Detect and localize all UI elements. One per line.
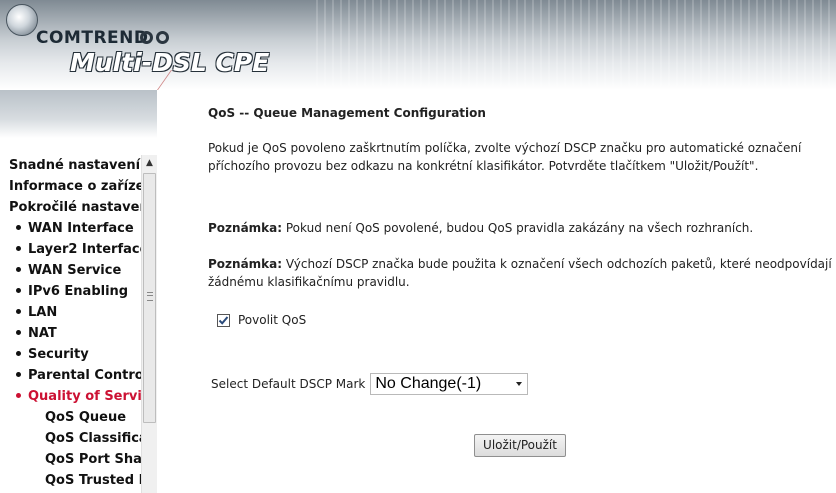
dscp-mark-select[interactable]: No Change(-1): [370, 373, 529, 395]
dscp-row: Select Default DSCP Mark No Change(-1): [211, 373, 529, 395]
sidebar-item-label: WAN Service: [28, 263, 122, 278]
save-apply-button[interactable]: Uložit/Použít: [474, 434, 566, 457]
note-text: Pokud není QoS povolené, budou QoS pravi…: [282, 221, 754, 235]
enable-qos-row: Povolit QoS: [217, 313, 306, 327]
scrollbar-thumb[interactable]: [143, 173, 156, 423]
bullet-icon: [16, 288, 21, 293]
enable-qos-label: Povolit QoS: [238, 313, 307, 327]
sidebar-item-wan-service[interactable]: WAN Service: [16, 263, 121, 278]
bullet-icon: [16, 309, 21, 314]
sidebar-item-label: Security: [28, 347, 89, 362]
sidebar-item-label: Layer2 Interface: [28, 242, 141, 257]
sidebar-item-qos-classification[interactable]: QoS Classification: [45, 431, 141, 446]
bullet-icon: [16, 330, 21, 335]
sidebar-item-wan-interface[interactable]: WAN Interface: [16, 221, 134, 236]
sidebar-item-advanced-setup[interactable]: Pokročilé nastavení: [9, 200, 141, 215]
sidebar-header-fade: [0, 90, 157, 138]
sidebar-item-layer2-interface[interactable]: Layer2 Interface: [16, 242, 141, 257]
grip-icon: [147, 292, 153, 301]
page-title: QoS -- Queue Management Configuration: [208, 106, 486, 120]
dscp-mark-label: Select Default DSCP Mark: [211, 377, 366, 391]
note-label: Poznámka:: [208, 221, 283, 235]
bullet-icon: [16, 225, 21, 230]
sidebar-item-ipv6-enabling[interactable]: IPv6 Enabling: [16, 284, 128, 299]
sidebar-scrollbar[interactable]: ▲: [141, 155, 157, 493]
sidebar-item-label: WAN Interface: [28, 221, 134, 236]
brand-logo: COMTREND: [36, 28, 149, 48]
sidebar-item-label: Parental Control: [28, 368, 141, 383]
sidebar-item-security[interactable]: Security: [16, 347, 89, 362]
note-text: Výchozí DSCP značka bude použita k označ…: [208, 257, 832, 289]
sidebar-item-label: LAN: [28, 305, 58, 320]
note-default-dscp: Poznámka: Výchozí DSCP značka bude použi…: [208, 255, 834, 291]
sidebar-item-label: NAT: [28, 326, 57, 341]
note-qos-disabled: Poznámka: Pokud není QoS povolené, budou…: [208, 221, 834, 235]
sidebar-item-nat[interactable]: NAT: [16, 326, 57, 341]
dropdown-arrow-icon: [516, 382, 523, 386]
sidebar-item-easy-setup[interactable]: Snadné nastavení: [9, 158, 140, 173]
sidebar: Snadné nastavení Informace o zařízení Po…: [0, 155, 157, 493]
globe-logo-icon: [6, 4, 38, 36]
dscp-mark-value: No Change(-1): [375, 375, 482, 392]
brand-rings-icon: [140, 29, 172, 48]
sidebar-item-label: Quality of Service: [28, 389, 141, 404]
sidebar-nav: Snadné nastavení Informace o zařízení Po…: [0, 155, 141, 493]
scroll-up-arrow-icon[interactable]: ▲: [142, 155, 157, 172]
sidebar-item-parental-control[interactable]: Parental Control: [16, 368, 141, 383]
bullet-icon: [16, 267, 21, 272]
sidebar-item-qos-trusted-mode[interactable]: QoS Trusted Mode: [45, 473, 141, 488]
note-label: Poznámka:: [208, 257, 283, 271]
sidebar-item-quality-of-service[interactable]: Quality of Service: [16, 389, 141, 404]
sidebar-item-lan[interactable]: LAN: [16, 305, 57, 320]
sidebar-item-qos-port-shaping[interactable]: QoS Port Shaping: [45, 452, 141, 467]
bullet-icon: [16, 393, 21, 398]
bullet-icon: [16, 246, 21, 251]
bullet-icon: [16, 351, 21, 356]
enable-qos-checkbox[interactable]: [217, 313, 230, 327]
checkmark-icon: [218, 315, 229, 325]
sidebar-item-label: IPv6 Enabling: [28, 284, 129, 299]
main-content: QoS -- Queue Management Configuration Po…: [208, 0, 836, 493]
page-description: Pokud je QoS povoleno zaškrtnutím políčk…: [208, 141, 802, 173]
sidebar-item-device-info[interactable]: Informace o zařízení: [9, 179, 141, 194]
sidebar-item-qos-queue[interactable]: QoS Queue: [45, 410, 126, 425]
bullet-icon: [16, 372, 21, 377]
